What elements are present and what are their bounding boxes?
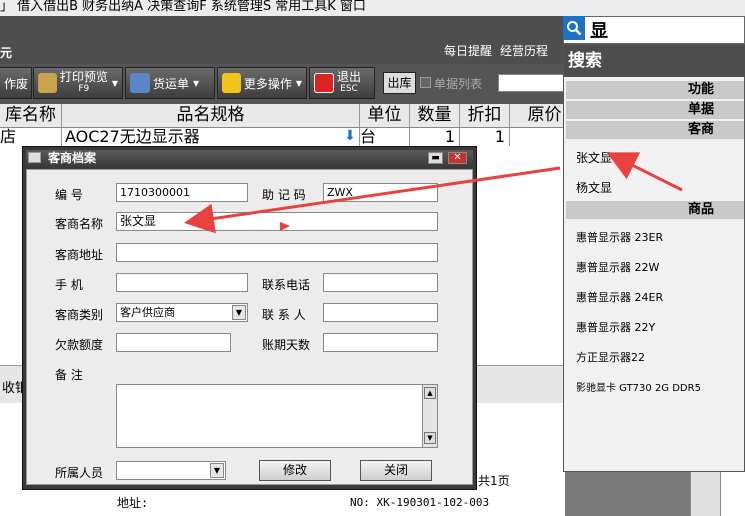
product-result[interactable]: 惠普显示器 22W	[576, 259, 659, 275]
dialog-body: 编 号 1710300001 助 记 码 ZWX 客商名称 张文显 客商地址 手…	[26, 169, 473, 485]
close-button[interactable]: 关闭	[360, 460, 432, 481]
arrow-down-icon[interactable]: ⬇	[340, 128, 360, 146]
chevron-down-icon: ▼	[193, 78, 200, 88]
product-result[interactable]: 惠普显示器 24ER	[576, 289, 663, 305]
category-document[interactable]: 单据	[566, 101, 744, 119]
exit-shortcut: ESC	[340, 84, 358, 94]
search-icon	[567, 21, 582, 36]
void-button[interactable]: 作废	[0, 67, 32, 99]
minimize-icon[interactable]: ▬	[428, 152, 443, 164]
chevron-down-icon[interactable]: ▼	[210, 463, 224, 478]
col-warehouse[interactable]: 库名称	[0, 104, 62, 127]
category-product[interactable]: 商品	[566, 201, 744, 219]
product-result[interactable]: 影驰显卡 GT730 2G DDR5	[576, 379, 701, 394]
chevron-down-icon[interactable]: ▼	[232, 305, 246, 320]
search-panel-title: 搜索	[564, 45, 745, 77]
phone-label: 联系电话	[262, 278, 311, 292]
contact-label: 联 系 人	[262, 308, 306, 322]
mnemonic-field[interactable]: ZWX	[323, 183, 438, 202]
debt-limit-field[interactable]	[116, 333, 231, 352]
customer-result[interactable]: 杨文显	[576, 179, 612, 196]
remarks-field[interactable]: ▲ ▼	[116, 384, 438, 448]
chevron-down-icon: ▼	[295, 78, 302, 88]
print-preview-shortcut: F9	[78, 84, 90, 94]
document-list-label: 单据列表	[434, 77, 483, 91]
document-list-checkbox[interactable]	[420, 77, 431, 88]
freight-label: 货运单	[153, 76, 190, 91]
toolbar-input[interactable]	[498, 74, 568, 92]
exit-button[interactable]: 退出 ESC	[309, 67, 375, 99]
freight-button[interactable]: 货运单 ▼	[125, 67, 215, 99]
code-field[interactable]: 1710300001	[116, 183, 248, 202]
daily-reminder-link[interactable]: 每日提醒	[444, 42, 492, 59]
search-results-panel: 搜索 功能 单据 客商 张文显 杨文显 商品 惠普显示器 23ER 惠普显示器 …	[563, 44, 745, 472]
more-actions-button[interactable]: 更多操作 ▼	[217, 67, 307, 99]
cell-qty[interactable]: 1	[410, 128, 460, 146]
category-value: 客户供应商	[120, 306, 175, 319]
dialog-title: 客商档案	[26, 150, 473, 167]
scroll-up-icon[interactable]: ▲	[424, 387, 436, 399]
product-result[interactable]: 惠普显示器 23ER	[576, 229, 663, 245]
staff-select[interactable]: ▼	[116, 461, 226, 480]
product-result[interactable]: 方正显示器22	[576, 349, 645, 365]
history-link[interactable]: 经营历程	[500, 42, 548, 59]
cell-discount[interactable]: 1	[460, 128, 510, 146]
folder-icon	[222, 73, 241, 93]
col-discount[interactable]: 折扣	[460, 104, 510, 127]
window-menu-icon[interactable]	[28, 152, 41, 163]
cell-product[interactable]: AOC27无边显示器	[62, 128, 360, 146]
exit-icon	[314, 73, 334, 93]
mobile-field[interactable]	[116, 273, 248, 292]
category-select[interactable]: 客户供应商 ▼	[116, 303, 248, 322]
exit-label: 退出	[337, 70, 362, 84]
truck-icon	[130, 73, 150, 93]
page-count: 共1页	[478, 474, 510, 488]
customer-record-dialog: 客商档案 ▬ ✕ 编 号 1710300001 助 记 码 ZWX 客商名称 张…	[22, 146, 477, 490]
scroll-down-icon[interactable]: ▼	[424, 432, 436, 444]
mobile-label: 手 机	[55, 278, 83, 292]
contact-field[interactable]	[323, 303, 438, 322]
customer-result[interactable]: 张文显	[576, 149, 612, 166]
void-label: 作废	[4, 76, 29, 91]
table-header: 库名称 品名规格 单位 数量 折扣 原价	[0, 104, 580, 128]
product-result[interactable]: 惠普显示器 22Y	[576, 319, 655, 335]
address-label: 客商地址	[55, 248, 104, 262]
address-field[interactable]	[116, 243, 438, 262]
address-label: 地址:	[117, 496, 149, 510]
category-customer[interactable]: 客商	[566, 121, 744, 139]
col-qty[interactable]: 数量	[410, 104, 460, 127]
print-preview-button[interactable]: 打印预览 F9 ▼	[33, 67, 123, 99]
printer-icon	[38, 73, 57, 93]
print-preview-label: 打印预览	[59, 70, 108, 84]
document-number: NO: XK-190301-102-003	[350, 496, 490, 509]
name-field[interactable]: 张文显	[116, 212, 438, 231]
edit-button[interactable]: 修改	[259, 460, 331, 481]
category-label: 客商类别	[55, 308, 104, 322]
phone-field[interactable]	[323, 273, 438, 292]
term-days-field[interactable]	[323, 333, 438, 352]
debt-limit-label: 欠款额度	[55, 338, 104, 352]
header-title: 元	[0, 46, 13, 60]
remarks-scrollbar[interactable]: ▲ ▼	[422, 385, 437, 447]
menu-bar[interactable]: 」 借入借出B 财务出纳A 决策查询F 系统管理S 常用工具K 窗口	[0, 0, 745, 16]
col-product[interactable]: 品名规格	[62, 104, 360, 127]
search-button[interactable]	[563, 16, 585, 40]
outbound-button[interactable]: 出库	[383, 72, 416, 94]
staff-label: 所属人员	[55, 466, 104, 480]
code-label: 编 号	[55, 188, 83, 202]
remarks-label: 备 注	[55, 368, 83, 382]
close-icon[interactable]: ✕	[448, 152, 467, 164]
name-label: 客商名称	[55, 217, 104, 231]
cell-unit[interactable]: 台	[360, 128, 410, 146]
search-input[interactable]: 显	[590, 17, 608, 43]
cell-warehouse[interactable]: 店	[0, 128, 62, 146]
col-unit[interactable]: 单位	[360, 104, 410, 127]
mnemonic-label: 助 记 码	[262, 188, 306, 202]
more-actions-label: 更多操作	[243, 76, 292, 91]
table-row[interactable]: 店 AOC27无边显示器 ⬇ 台 1 1	[0, 128, 580, 146]
category-function[interactable]: 功能	[566, 81, 744, 99]
chevron-down-icon: ▼	[111, 78, 118, 88]
term-days-label: 账期天数	[262, 338, 311, 352]
right-panel-edge-2	[720, 470, 745, 516]
